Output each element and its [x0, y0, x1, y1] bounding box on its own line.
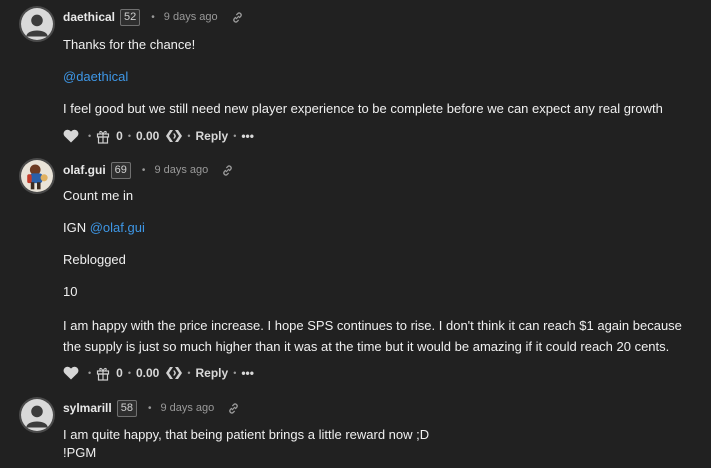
- reputation-badge: 69: [110, 161, 131, 179]
- comment-text: I am happy with the price increase. I ho…: [63, 318, 682, 354]
- comment-text: 10: [63, 284, 78, 299]
- separator-dot: •: [151, 11, 155, 23]
- avatar[interactable]: [19, 158, 55, 194]
- separator-dot: •: [141, 164, 146, 176]
- vote-count: 0: [116, 366, 123, 380]
- avatar[interactable]: [19, 6, 55, 42]
- author-name[interactable]: sylmarill: [63, 401, 112, 415]
- comment-text: I am quite happy, that being patient bri…: [63, 427, 430, 442]
- vote-count: 0: [116, 129, 123, 143]
- more-options-button[interactable]: •••: [241, 366, 254, 380]
- separator-dot: •: [233, 368, 237, 378]
- reply-button[interactable]: Reply: [196, 129, 229, 143]
- comment-text: Thanks for the chance!: [63, 37, 196, 52]
- separator-dot: •: [187, 131, 191, 141]
- comment-text: !PGM: [63, 445, 97, 460]
- separator-dot: •: [88, 131, 92, 141]
- user-mention-link[interactable]: @olaf.gui: [90, 220, 145, 235]
- reputation-badge: 52: [120, 8, 141, 26]
- comment-age[interactable]: 9 days ago: [154, 164, 208, 176]
- comment-age[interactable]: 9 days ago: [160, 402, 214, 414]
- separator-dot: •: [127, 368, 131, 378]
- author-name[interactable]: daethical: [63, 10, 115, 24]
- comment-text: Count me in: [63, 188, 134, 203]
- default-avatar-icon: [21, 399, 53, 431]
- gift-icon[interactable]: [96, 366, 110, 381]
- separator-dot: •: [233, 131, 237, 141]
- user-mention-link[interactable]: @daethical: [63, 69, 128, 84]
- gift-icon[interactable]: [96, 129, 110, 144]
- separator-dot: •: [187, 368, 191, 378]
- heart-icon[interactable]: [63, 129, 79, 143]
- separator-dot: •: [127, 131, 131, 141]
- reply-button[interactable]: Reply: [196, 366, 229, 380]
- payout-value[interactable]: 0.00: [136, 129, 159, 143]
- avatar[interactable]: [19, 397, 55, 433]
- avatar-image-icon: [21, 160, 53, 192]
- reputation-badge: 58: [116, 399, 137, 417]
- default-avatar-icon: [21, 8, 53, 40]
- more-options-button[interactable]: •••: [241, 129, 254, 143]
- link-icon[interactable]: [231, 11, 244, 24]
- link-icon[interactable]: [221, 164, 234, 177]
- separator-dot: •: [147, 402, 152, 414]
- comment-text: Reblogged: [63, 252, 126, 267]
- comment-age[interactable]: 9 days ago: [164, 11, 218, 23]
- heart-icon[interactable]: [63, 366, 79, 380]
- link-icon[interactable]: [227, 402, 240, 415]
- hive-share-icon[interactable]: [166, 367, 183, 379]
- author-name[interactable]: olaf.gui: [63, 163, 106, 177]
- hive-share-icon[interactable]: [166, 130, 183, 142]
- comment-text: IGN: [63, 220, 90, 235]
- separator-dot: •: [88, 368, 92, 378]
- payout-value[interactable]: 0.00: [136, 366, 159, 380]
- comment-text: I feel good but we still need new player…: [63, 101, 663, 116]
